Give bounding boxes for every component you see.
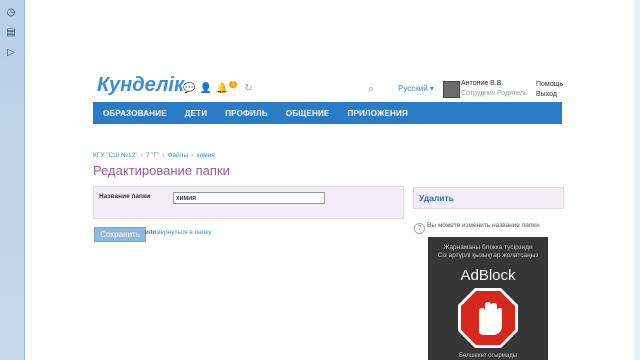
logout-link[interactable]: Выход [536, 91, 557, 98]
nav-item-education[interactable]: ОБРАЗОВАНИЕ [93, 109, 176, 118]
nav-item-apps[interactable]: ПРИЛОЖЕНИЯ [339, 109, 417, 118]
ad-line-1: Жарнаманы блокка түсірзнде [443, 244, 533, 251]
chat-icon[interactable]: 💬 [183, 83, 195, 94]
folder-name-input[interactable] [173, 192, 325, 204]
delete-panel: Удалить [413, 187, 564, 209]
or-text: или [145, 229, 157, 236]
hint-text: Вы можете изменить название папки. [427, 222, 541, 229]
help-link[interactable]: Помощь [536, 81, 563, 88]
breadcrumb-folder[interactable]: химия [196, 152, 215, 159]
nav-item-communication[interactable]: ОБЩЕНИЕ [277, 109, 339, 118]
nav-item-children[interactable]: ДЕТИ [176, 109, 216, 118]
delete-link[interactable]: Удалить [419, 193, 454, 203]
edit-form: Название папки [93, 186, 404, 219]
search-icon[interactable]: ⌕ [368, 83, 374, 96]
play-icon[interactable]: ▷ [6, 48, 16, 58]
logo[interactable]: Кунделік [97, 74, 184, 97]
header-icons: 💬 👤 🔔 1 ↻ [183, 81, 257, 94]
stop-hand-icon [458, 288, 518, 348]
back-to-folder-link[interactable]: вернуться в папку [157, 229, 211, 236]
avatar[interactable] [443, 81, 460, 98]
page-title: Редактирование папки [93, 163, 230, 178]
user-icon[interactable]: 👤 [199, 83, 211, 94]
main-nav: ОБРАЗОВАНИЕ ДЕТИ ПРОФИЛЬ ОБЩЕНИЕ ПРИЛОЖЕ… [93, 102, 562, 124]
ad-line-2: Сіз артүрлі қызықтар жолатсаңыз [437, 252, 539, 259]
folder-name-label: Название папки [99, 193, 151, 200]
refresh-icon[interactable]: ↻ [244, 83, 252, 94]
user-name[interactable]: Антоние В.В. [461, 80, 503, 87]
clock-icon[interactable]: ◷ [6, 8, 16, 18]
ad-brand: AdBlock [460, 267, 516, 284]
left-rail: ◷ ▤ ▷ [0, 0, 25, 360]
notes-icon[interactable]: ▤ [6, 28, 16, 38]
adblock-banner[interactable]: Жарнаманы блокка түсірзнде Сіз артүрлі қ… [428, 237, 548, 360]
breadcrumb-class[interactable]: 7 "Г" [146, 152, 160, 159]
nav-item-profile[interactable]: ПРОФИЛЬ [216, 109, 277, 118]
question-icon: ? [414, 223, 425, 234]
breadcrumb-files[interactable]: Файлы [167, 152, 188, 159]
right-scrollbar[interactable] [634, 0, 640, 360]
language-select[interactable]: Русский ▾ [398, 84, 434, 93]
breadcrumb-school[interactable]: КГУ "СШ №12" [93, 152, 138, 159]
ad-bottom-text: Бөлшекет отырмады [458, 353, 518, 359]
save-button[interactable]: Сохранить [94, 227, 146, 242]
breadcrumb: КГУ "СШ №12" › 7 "Г" › Файлы › химия [93, 152, 215, 159]
notification-badge: 1 [229, 81, 238, 88]
bell-icon[interactable]: 🔔 [216, 83, 228, 94]
user-role: Сотрудник Родитель [461, 90, 528, 97]
